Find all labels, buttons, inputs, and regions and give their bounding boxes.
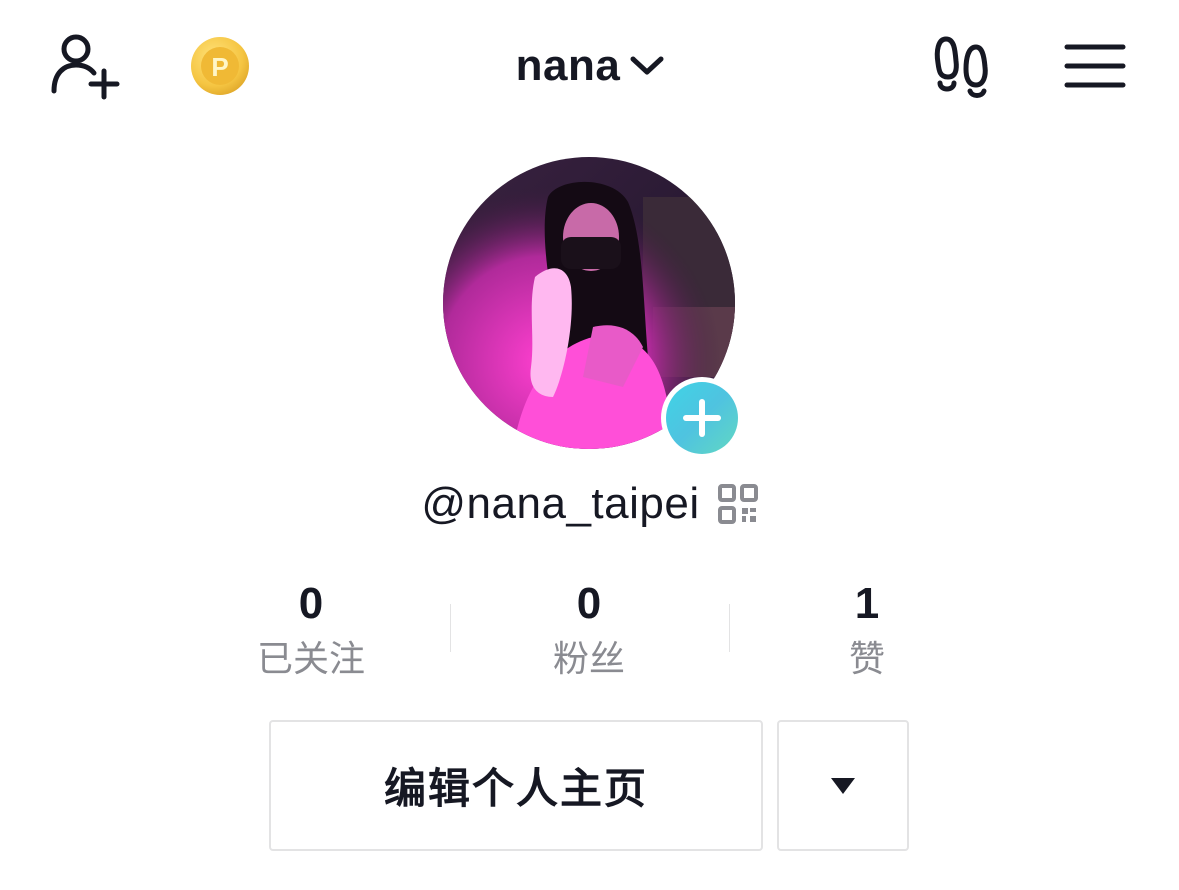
dropdown-arrow-icon [831, 777, 855, 794]
add-friend-button[interactable] [44, 30, 124, 102]
stat-divider [729, 604, 730, 652]
menu-icon [1064, 44, 1126, 88]
coin-icon: P [191, 37, 249, 95]
likes-count: 1 [854, 579, 880, 628]
add-icon [683, 399, 721, 437]
page-title: nana [515, 41, 621, 90]
account-switcher[interactable]: nana [480, 34, 700, 98]
likes-label: 赞 [848, 639, 885, 680]
coin-button[interactable]: P [188, 34, 252, 98]
avatar-add-button[interactable] [661, 377, 743, 459]
followers-count: 0 [576, 579, 602, 628]
username-row: @nana_taipei [0, 474, 1179, 534]
qr-code-icon[interactable] [717, 484, 758, 524]
stat-divider [450, 604, 451, 652]
menu-button[interactable] [1060, 36, 1130, 96]
stat-following[interactable]: 0 已关注 [211, 578, 411, 684]
followers-label: 粉丝 [552, 639, 625, 680]
stat-followers[interactable]: 0 粉丝 [489, 578, 689, 684]
svg-text:P: P [211, 52, 228, 82]
username[interactable]: @nana_taipei [421, 479, 699, 529]
stat-likes[interactable]: 1 赞 [767, 578, 967, 684]
following-label: 已关注 [256, 639, 365, 680]
following-count: 0 [298, 579, 324, 628]
more-options-button[interactable] [777, 720, 909, 851]
add-friend-icon [51, 34, 120, 100]
footprints-icon [934, 36, 988, 98]
footprints-button[interactable] [928, 30, 994, 102]
edit-profile-label: 编辑个人主页 [383, 764, 648, 813]
chevron-down-icon [630, 56, 664, 75]
edit-profile-button[interactable]: 编辑个人主页 [269, 720, 763, 851]
